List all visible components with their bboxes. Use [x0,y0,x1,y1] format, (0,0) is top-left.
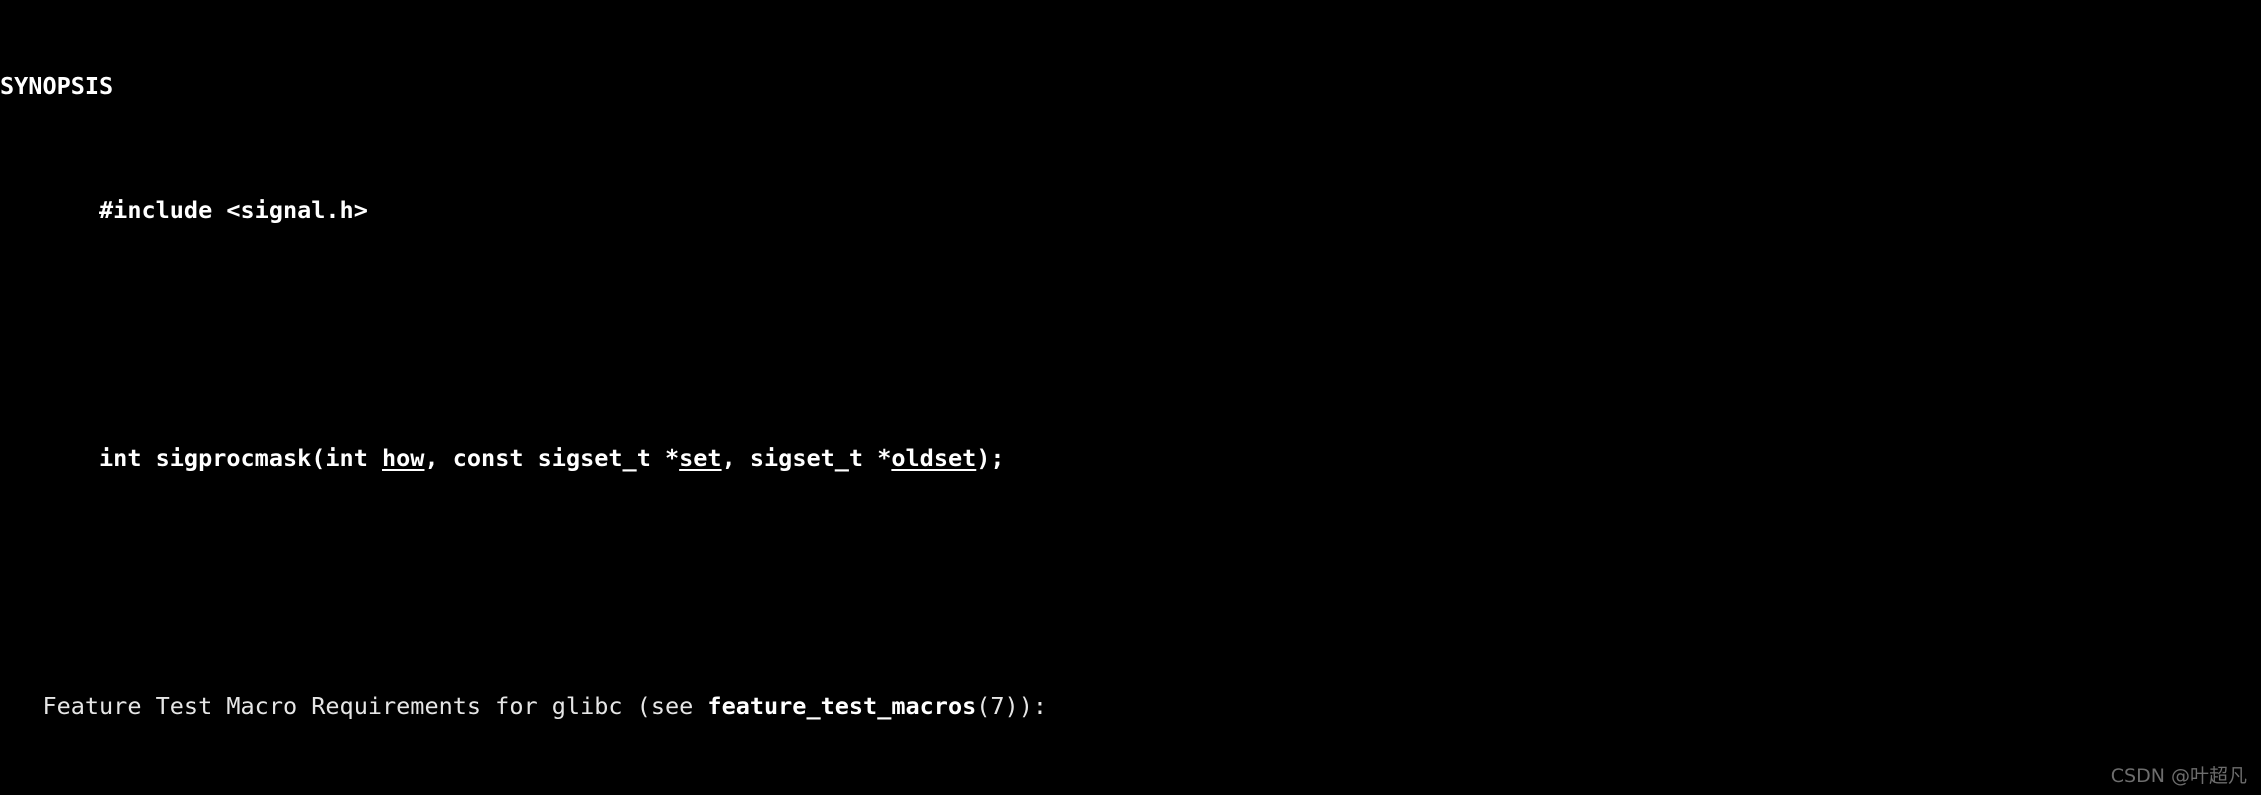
feature-test-prefix: Feature Test Macro Requirements for glib… [0,692,708,720]
csdn-watermark: CSDN @叶超凡 [2110,765,2247,787]
prototype-prefix: int sigprocmask(int [0,444,383,472]
prototype-mid-1: , const sigset_t * [424,444,680,472]
prototype-mid-2: , sigset_t * [721,444,892,472]
feature-test-line: Feature Test Macro Requirements for glib… [0,691,2261,722]
manpage-content: SYNOPSIS #include <signal.h> int sigproc… [0,0,2261,795]
prototype-arg-how: how [382,444,425,472]
prototype-suffix: ); [976,444,1005,472]
function-prototype: int sigprocmask(int how, const sigset_t … [0,443,2261,474]
prototype-arg-set: set [679,444,722,472]
prototype-arg-oldset: oldset [891,444,977,472]
section-heading-synopsis: SYNOPSIS [0,72,114,100]
feature-test-macros-ref: feature_test_macros [707,692,977,720]
terminal-window: SYNOPSIS #include <signal.h> int sigproc… [0,0,2261,795]
feature-test-suffix: (7)): [976,692,1047,720]
include-line: #include <signal.h> [0,196,368,224]
